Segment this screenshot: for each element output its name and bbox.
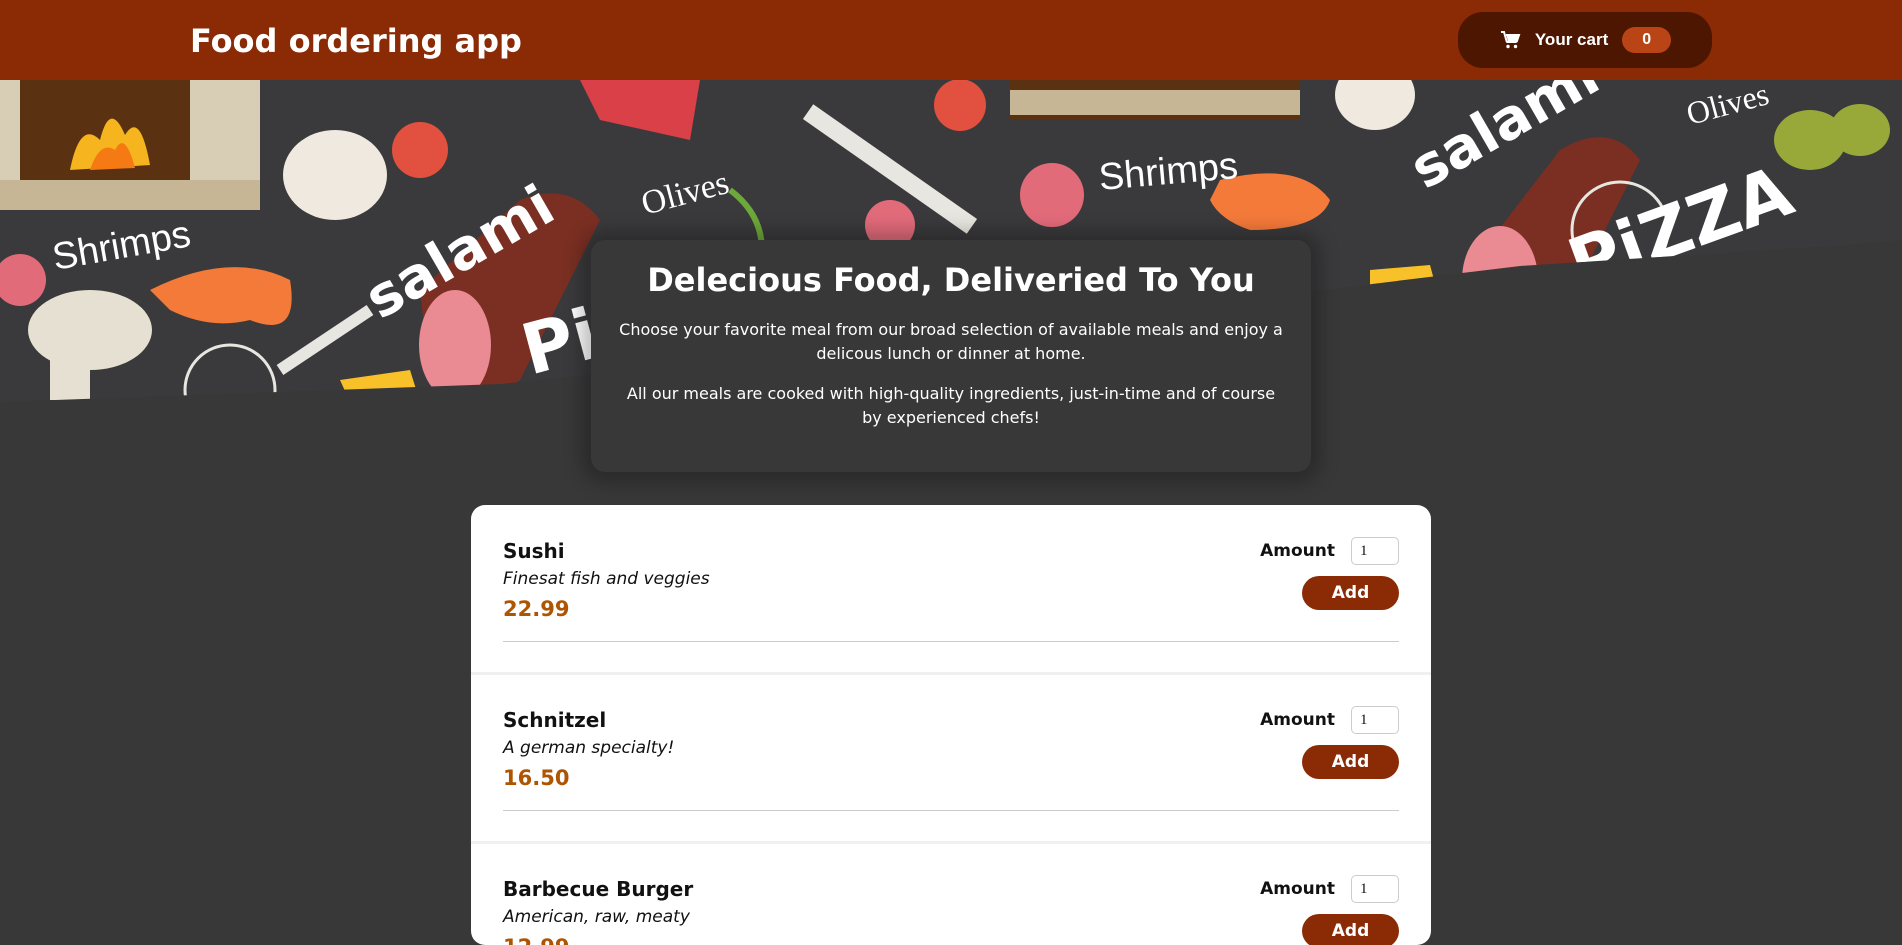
summary-paragraph-1: Choose your favorite meal from our broad… (619, 320, 1283, 363)
app-header: Food ordering app Your cart 0 (0, 0, 1902, 80)
amount-input[interactable] (1351, 537, 1399, 565)
amount-input[interactable] (1351, 706, 1399, 734)
add-button[interactable]: Add (1302, 914, 1399, 945)
amount-label: Amount (1260, 879, 1335, 899)
summary-heading: Delecious Food, Deliveried To You (647, 261, 1255, 299)
amount-label: Amount (1260, 541, 1335, 561)
meal-description: Finesat fish and veggies (503, 569, 710, 589)
meals-summary: Delecious Food, Deliveried To You Choose… (591, 240, 1311, 472)
summary-paragraph-2: All our meals are cooked with high-quali… (626, 384, 1276, 427)
meal-item: Schnitzel A german specialty! 16.50 Amou… (503, 674, 1399, 811)
cart-button[interactable]: Your cart 0 (1458, 12, 1712, 68)
meal-item: Barbecue Burger American, raw, meaty 12.… (503, 843, 1399, 945)
meal-name: Barbecue Burger (503, 877, 694, 901)
cart-count-badge: 0 (1622, 27, 1672, 53)
cart-icon (1500, 31, 1521, 49)
app-title: Food ordering app (190, 22, 522, 60)
meal-item: Sushi Finesat fish and veggies 22.99 Amo… (503, 505, 1399, 642)
meals-list: Sushi Finesat fish and veggies 22.99 Amo… (471, 505, 1431, 945)
meal-price: 22.99 (503, 597, 570, 621)
add-button[interactable]: Add (1302, 576, 1399, 610)
meal-price: 12.99 (503, 935, 569, 945)
meal-name: Schnitzel (503, 708, 607, 732)
add-button[interactable]: Add (1302, 745, 1399, 779)
meal-name: Sushi (503, 539, 565, 563)
meal-description: A german specialty! (503, 738, 675, 758)
meal-description: American, raw, meaty (503, 907, 690, 927)
meal-price: 16.50 (503, 766, 570, 790)
amount-input[interactable] (1351, 875, 1399, 903)
amount-label: Amount (1260, 710, 1335, 730)
cart-label: Your cart (1534, 30, 1609, 49)
